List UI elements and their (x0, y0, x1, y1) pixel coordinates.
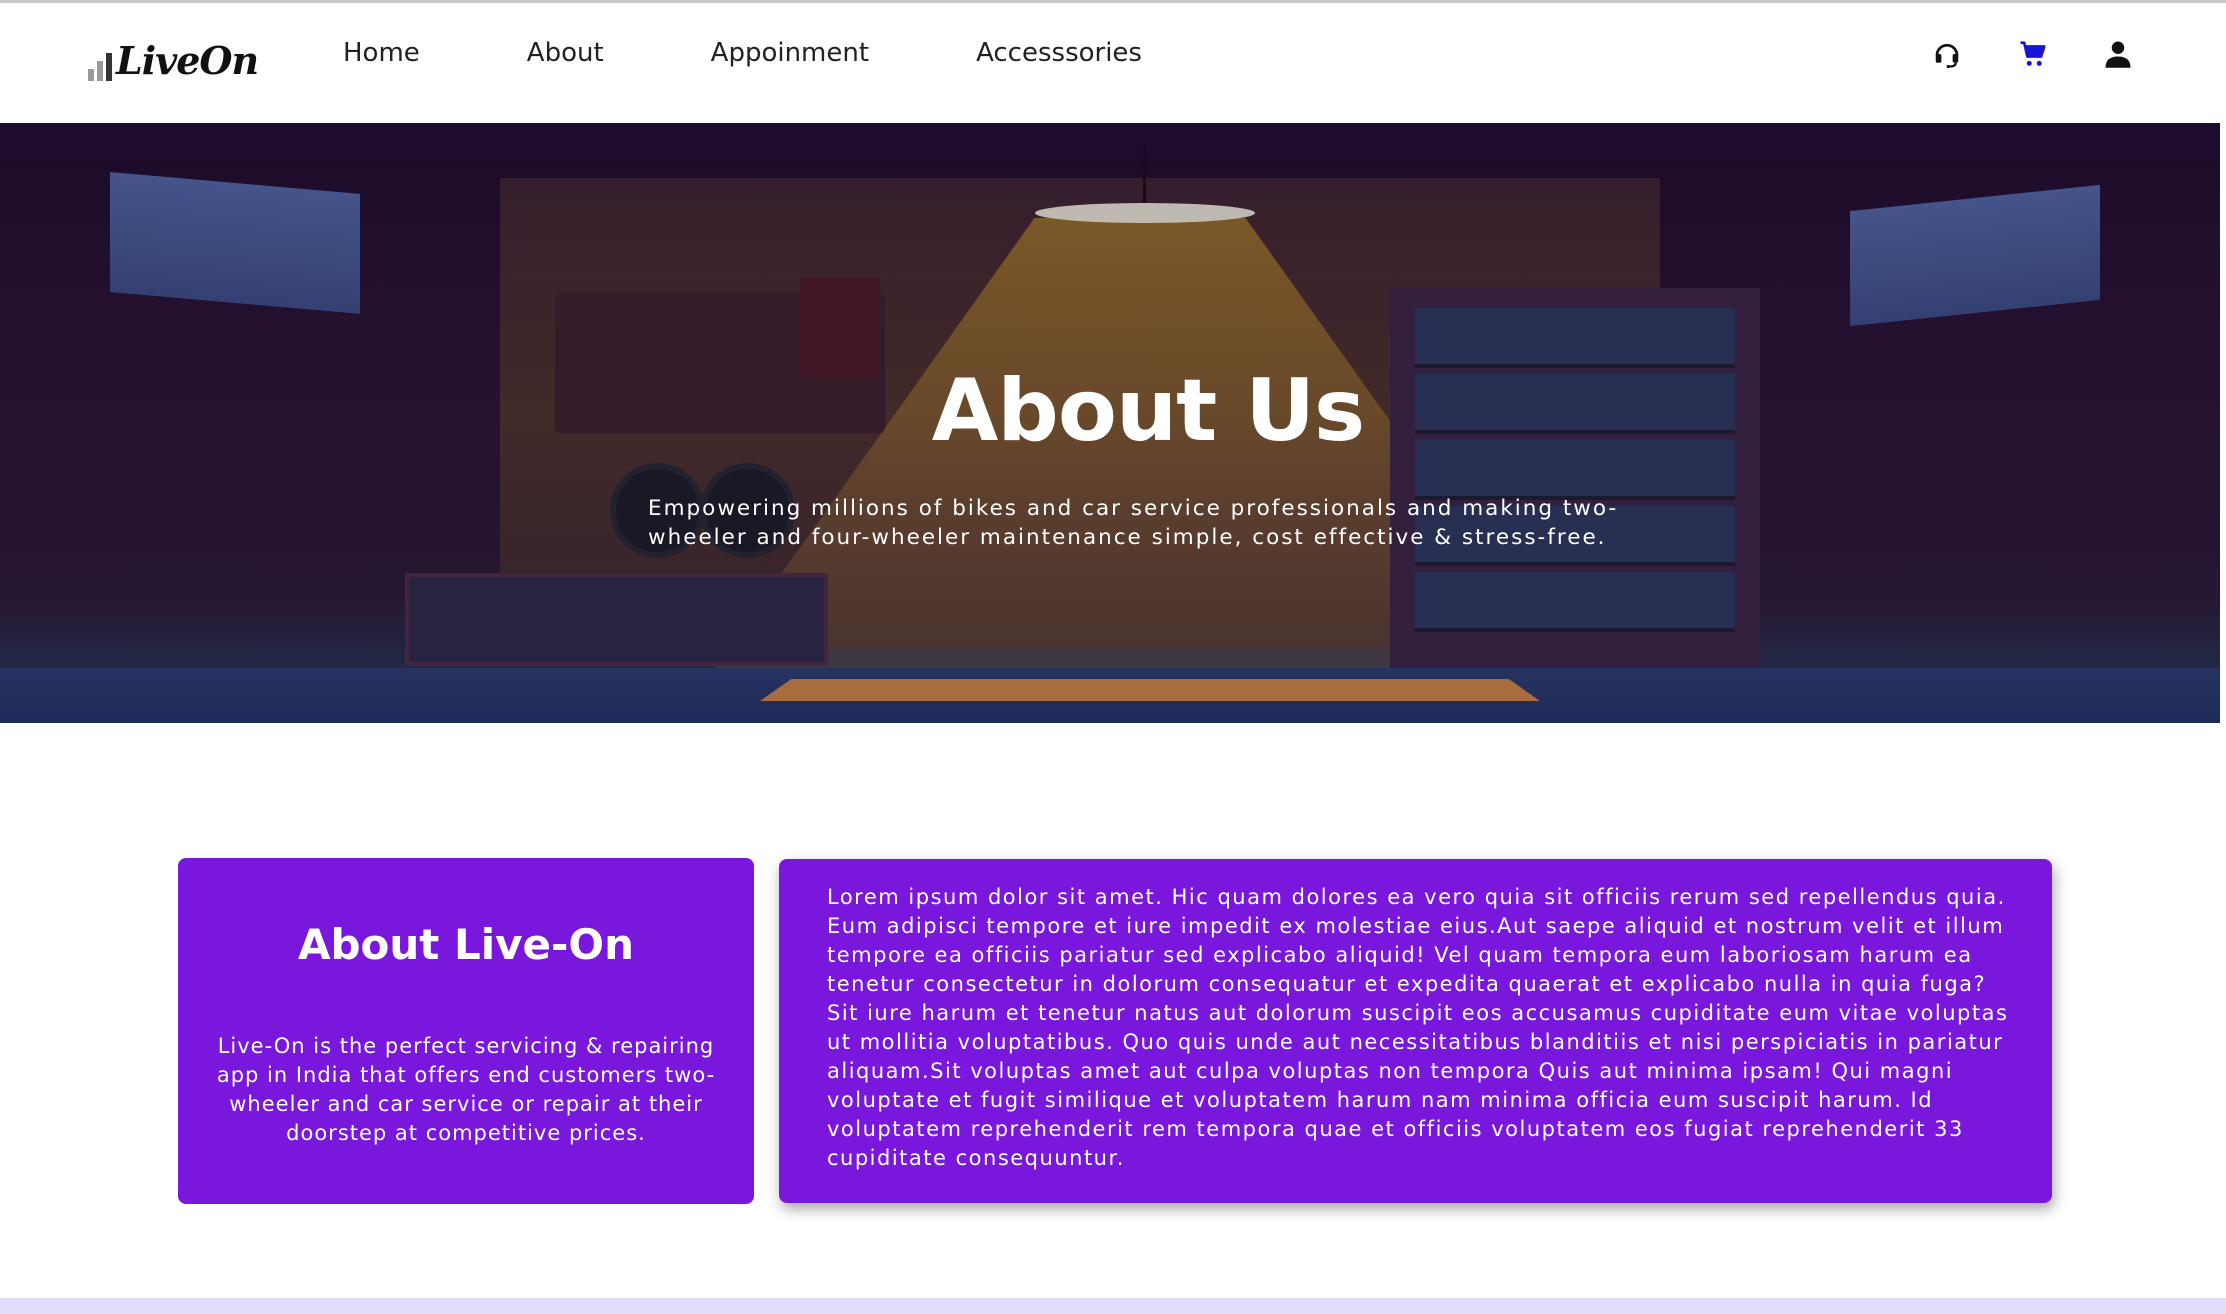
logo-bars-icon (88, 47, 112, 81)
nav-link-appointment[interactable]: Appoinment (711, 38, 869, 68)
nav-link-accessories[interactable]: Accesssories (976, 38, 1142, 68)
hero-banner: About Us Empowering millions of bikes an… (0, 123, 2220, 723)
cart-icon[interactable] (2018, 39, 2048, 69)
logo-text: LiveOn (116, 38, 259, 83)
main-nav: Home About Appoinment Accesssories (343, 3, 1249, 103)
navbar: LiveOn Home About Appoinment Accesssorie… (0, 3, 2226, 123)
page-title: About Us (931, 361, 1366, 461)
nav-icons (1826, 3, 2226, 103)
detail-card: Lorem ipsum dolor sit amet. Hic quam dol… (779, 859, 2052, 1203)
headset-icon[interactable] (1932, 39, 1962, 69)
user-icon[interactable] (2103, 39, 2133, 69)
nav-link-about[interactable]: About (527, 38, 604, 68)
detail-card-text: Lorem ipsum dolor sit amet. Hic quam dol… (827, 885, 2009, 1170)
about-card: About Live-On Live-On is the perfect ser… (178, 858, 754, 1204)
about-card-title: About Live-On (297, 920, 635, 969)
footer-strip (0, 1298, 2226, 1314)
about-card-text: Live-On is the perfect servicing & repai… (216, 1034, 716, 1145)
nav-link-home[interactable]: Home (343, 38, 420, 68)
hero-subtitle: Empowering millions of bikes and car ser… (648, 496, 1619, 550)
brand-logo[interactable]: LiveOn (88, 33, 259, 83)
